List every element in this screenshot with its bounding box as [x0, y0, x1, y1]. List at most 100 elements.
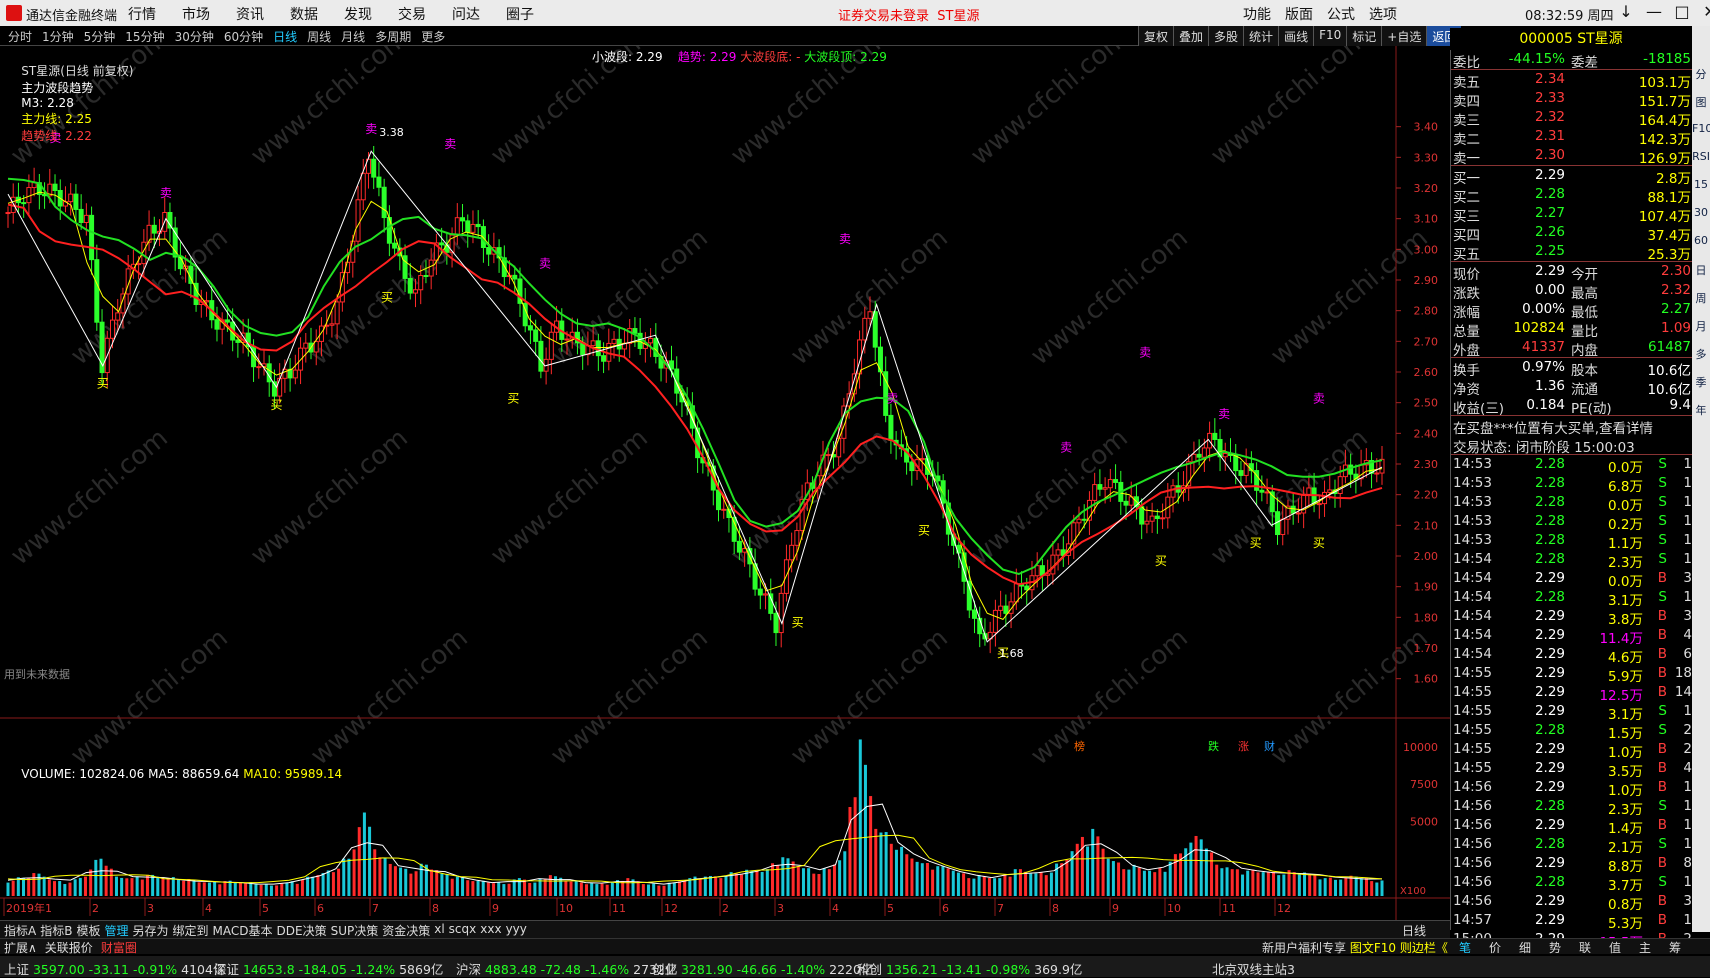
index-item[interactable]: 上证 3597.00 -33.11 -0.91% 4104亿: [4, 959, 225, 978]
event-marker[interactable]: 涨: [1238, 740, 1249, 753]
tick-row[interactable]: 14:55 2.29 1.0万 B 2: [1451, 740, 1693, 761]
tool-button-2[interactable]: 多股: [1208, 26, 1244, 46]
menu-item-3[interactable]: 数据: [290, 4, 344, 24]
formula-tab-6[interactable]: MACD基本: [213, 922, 273, 939]
period-tab-10[interactable]: 更多: [421, 28, 445, 45]
sidebar-button-2[interactable]: F10: [1692, 122, 1710, 135]
tick-row[interactable]: 14:56 2.28 2.1万 S 1: [1451, 835, 1693, 856]
period-tab-3[interactable]: 15分钟: [125, 28, 164, 45]
tick-row[interactable]: 14:54 2.29 3.8万 B 3: [1451, 607, 1693, 628]
right-menu-item-2[interactable]: 公式: [1327, 4, 1355, 24]
close-button[interactable]: ✕: [1696, 2, 1710, 21]
login-status[interactable]: 证券交易未登录 ST星源: [838, 5, 979, 24]
state-row[interactable]: 交易状态: 闭市阶段 15:00:03: [1451, 435, 1693, 456]
period-tab-2[interactable]: 5分钟: [84, 28, 116, 45]
panel-tab-6[interactable]: 主: [1630, 939, 1660, 956]
sell-row[interactable]: 卖五 2.34 103.1万: [1451, 70, 1693, 91]
tick-row[interactable]: 14:56 2.29 1.0万 B 1: [1451, 778, 1693, 799]
formula-tab-11[interactable]: scqx: [449, 922, 477, 939]
tool-button-7[interactable]: +自选: [1381, 26, 1427, 46]
server-name[interactable]: 北京双线主站3: [1212, 959, 1295, 978]
stat-row[interactable]: 涨幅 0.00% 最低 2.27: [1451, 300, 1693, 321]
buy-row[interactable]: 买二 2.28 88.1万: [1451, 185, 1693, 206]
tick-row[interactable]: 14:54 2.29 11.4万 B 4: [1451, 626, 1693, 647]
period-tab-4[interactable]: 30分钟: [175, 28, 214, 45]
period-tab-8[interactable]: 月线: [341, 28, 365, 45]
period-tab-1[interactable]: 1分钟: [42, 28, 74, 45]
panel-tab-7[interactable]: 筹: [1660, 939, 1690, 956]
tick-row[interactable]: 14:54 2.29 4.6万 B 6: [1451, 645, 1693, 666]
tick-row[interactable]: 14:54 2.29 0.0万 B 3: [1451, 569, 1693, 590]
sidebar-button-10[interactable]: 多: [1692, 346, 1710, 362]
panel-tab-2[interactable]: 细: [1510, 939, 1540, 956]
tick-row[interactable]: 14:56 2.28 3.7万 S 1: [1451, 873, 1693, 894]
menu-item-5[interactable]: 交易: [398, 4, 452, 24]
tick-row[interactable]: 14:55 2.28 1.5万 S 2: [1451, 721, 1693, 742]
formula-tab-10[interactable]: xl: [434, 922, 444, 939]
sidebar-button-8[interactable]: 周: [1692, 290, 1710, 306]
sidebar-button-0[interactable]: 分: [1692, 66, 1710, 82]
menu-item-6[interactable]: 问达: [452, 4, 506, 24]
index-item[interactable]: 创业 3281.90 -46.66 -1.40% 2220亿: [652, 959, 873, 978]
formula-tab-5[interactable]: 绑定到: [173, 922, 209, 939]
ext-tab-0[interactable]: 扩展∧: [4, 939, 37, 956]
tick-row[interactable]: 14:53 2.28 1.1万 S 1: [1451, 531, 1693, 552]
stat-row[interactable]: 净资 1.36 流通 10.6亿: [1451, 377, 1693, 398]
sell-row[interactable]: 卖二 2.31 142.3万: [1451, 127, 1693, 148]
period-tab-5[interactable]: 60分钟: [224, 28, 263, 45]
buy-row[interactable]: 买一 2.29 2.8万: [1451, 166, 1693, 187]
sidebar-button-12[interactable]: 年: [1692, 402, 1710, 418]
event-marker[interactable]: 跌: [1208, 739, 1219, 753]
dropdown-button[interactable]: ↓: [1612, 2, 1640, 21]
ext-tab-2[interactable]: 财富圈: [101, 939, 137, 956]
tick-row[interactable]: 14:53 2.28 6.8万 S 1: [1451, 474, 1693, 495]
stock-code-title[interactable]: 000005 ST星源: [1450, 28, 1692, 48]
period-tab-6[interactable]: 日线: [273, 28, 297, 45]
sidebar-button-3[interactable]: RSI: [1692, 150, 1710, 163]
new-user-promo[interactable]: 新用户福利专享: [1262, 941, 1346, 955]
formula-tab-1[interactable]: 指标B: [40, 922, 72, 939]
indicator-name[interactable]: 主力波段趋势: [21, 81, 93, 95]
period-tab-0[interactable]: 分时: [8, 28, 32, 45]
right-menu-item-1[interactable]: 版面: [1285, 4, 1313, 24]
panel-tab-0[interactable]: 笔: [1450, 939, 1480, 956]
f10-link[interactable]: 图文F10: [1350, 941, 1396, 955]
buy-row[interactable]: 买四 2.26 37.4万: [1451, 223, 1693, 244]
tick-row[interactable]: 14:53 2.28 0.0万 S 1: [1451, 455, 1693, 476]
sidebar-button-6[interactable]: 60: [1692, 234, 1710, 247]
tool-button-5[interactable]: F10: [1313, 26, 1347, 46]
formula-tab-3[interactable]: 管理: [104, 922, 128, 939]
panel-tab-3[interactable]: 势: [1540, 939, 1570, 956]
stat-row[interactable]: 外盘 41337 内盘 61487: [1451, 338, 1693, 359]
index-item[interactable]: 深证 14653.8 -184.05 -1.24% 5869亿: [214, 959, 443, 978]
panel-tab-4[interactable]: 联: [1570, 939, 1600, 956]
stock-period-label[interactable]: ST星源(日线 前复权): [21, 64, 133, 78]
tool-button-0[interactable]: 复权: [1138, 26, 1174, 46]
tick-row[interactable]: 14:54 2.28 3.1万 S 1: [1451, 588, 1693, 609]
tick-row[interactable]: 14:56 2.29 8.8万 B 8: [1451, 854, 1693, 875]
tick-row[interactable]: 14:56 2.29 1.4万 B 1: [1451, 816, 1693, 837]
tick-row[interactable]: 14:53 2.28 0.0万 S 1: [1451, 493, 1693, 514]
menu-item-7[interactable]: 圈子: [506, 4, 560, 24]
period-tab-9[interactable]: 多周期: [375, 28, 411, 45]
sidebar-button-9[interactable]: 月: [1692, 318, 1710, 334]
ext-tab-1[interactable]: 关联报价: [45, 939, 93, 956]
sidebar-button-7[interactable]: 日: [1692, 262, 1710, 278]
stat-row[interactable]: 涨跌 0.00 最高 2.32: [1451, 281, 1693, 302]
tool-button-6[interactable]: 标记: [1346, 26, 1382, 46]
formula-tab-9[interactable]: 资金决策: [382, 922, 430, 939]
menu-item-1[interactable]: 市场: [182, 4, 236, 24]
formula-tab-4[interactable]: 另存为: [132, 922, 168, 939]
maximize-button[interactable]: □: [1668, 2, 1696, 21]
panel-tab-5[interactable]: 值: [1600, 939, 1630, 956]
formula-tab-12[interactable]: xxx: [480, 922, 501, 939]
sidebar-button-1[interactable]: 图: [1692, 94, 1710, 110]
stat-row[interactable]: 收益(三) 0.184 PE(动) 9.4: [1451, 396, 1693, 417]
right-menu-item-3[interactable]: 选项: [1369, 4, 1397, 24]
menu-item-4[interactable]: 发现: [344, 4, 398, 24]
weibi-row[interactable]: 委比 -44.15% 委差 -18185: [1451, 50, 1693, 71]
period-tab-7[interactable]: 周线: [307, 28, 331, 45]
panel-tab-1[interactable]: 价: [1480, 939, 1510, 956]
tick-row[interactable]: 14:56 2.28 2.3万 S 1: [1451, 797, 1693, 818]
formula-tab-7[interactable]: DDE决策: [277, 922, 327, 939]
